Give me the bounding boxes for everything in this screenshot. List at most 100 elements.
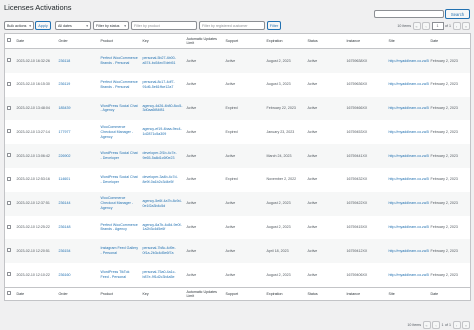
- column-header[interactable]: Automatic Updates Limit: [184, 33, 224, 49]
- product-link[interactable]: Perfect WooCommerce Brands - Personal: [99, 73, 141, 97]
- site-link[interactable]: http://myaddlearn.co.za/5: [387, 73, 429, 97]
- row-checkbox[interactable]: [7, 272, 11, 277]
- current-page-input[interactable]: 1: [431, 22, 444, 30]
- row-checkbox[interactable]: [7, 176, 11, 181]
- site-link[interactable]: http://myaddlearn.co.za/5: [387, 216, 429, 240]
- select-all-checkbox-cell[interactable]: [4, 33, 15, 49]
- order-link[interactable]: 236144: [56, 191, 99, 216]
- column-footer[interactable]: Automatic Updates Limit: [184, 286, 224, 301]
- license-key-link[interactable]: personal-7b8c-4d9e-0f1a-2b3c4d5e6f7a: [140, 239, 185, 264]
- row-checkbox-cell[interactable]: [5, 73, 15, 97]
- row-checkbox-cell[interactable]: [4, 144, 15, 168]
- customer-filter-input[interactable]: Filter by registered customer: [199, 21, 265, 30]
- search-button[interactable]: Search: [445, 9, 470, 19]
- product-link[interactable]: WordPress Social Chat - Developer: [98, 144, 141, 168]
- last-page-button[interactable]: »: [462, 22, 470, 30]
- row-checkbox[interactable]: [7, 58, 11, 62]
- license-key-link[interactable]: agency-4d26-4b80-8cc5-3d0aa6f84f81: [140, 96, 185, 121]
- dates-select[interactable]: All dates ▾: [55, 21, 91, 30]
- column-footer[interactable]: Support: [223, 286, 265, 301]
- column-header[interactable]: Order: [56, 33, 99, 49]
- search-input[interactable]: [374, 10, 444, 18]
- license-key-link[interactable]: agency-5e6f-4a7b-8c9d-0e1f2a3b4c5d: [140, 191, 185, 216]
- first-page-button[interactable]: «: [412, 22, 421, 30]
- filter-button[interactable]: Filter: [267, 21, 281, 30]
- column-header[interactable]: Support: [223, 33, 265, 49]
- column-header[interactable]: Product: [98, 33, 141, 49]
- column-footer[interactable]: Product: [98, 286, 141, 301]
- product-link[interactable]: Perfect WooCommerce Brands - Agency: [99, 216, 141, 240]
- product-link[interactable]: WooCommerce Checkout Manager - Agency: [98, 191, 141, 216]
- column-footer[interactable]: Date: [14, 286, 57, 301]
- order-link[interactable]: 236148: [57, 216, 99, 240]
- row-checkbox-cell[interactable]: [4, 191, 15, 216]
- column-header[interactable]: Key: [140, 33, 185, 49]
- bulk-actions-select[interactable]: Bulk actions ▾: [4, 21, 34, 30]
- order-link[interactable]: 236154: [56, 239, 99, 264]
- select-all-checkbox-cell[interactable]: [4, 286, 15, 301]
- status-select[interactable]: Filter by status ▾: [93, 21, 129, 30]
- column-footer[interactable]: Order: [56, 286, 99, 301]
- column-footer[interactable]: Site: [386, 286, 429, 301]
- license-key-link[interactable]: agency-6a7b-4c8d-9e0f-1a2b3c4d5e6f: [141, 216, 185, 240]
- next-page-button[interactable]: ›: [452, 321, 461, 329]
- row-checkbox[interactable]: [7, 153, 11, 158]
- row-checkbox[interactable]: [7, 248, 11, 253]
- license-key-link[interactable]: agency-ef19-4baa-9ec4-1d2871c5a309: [141, 120, 185, 144]
- order-link[interactable]: 236118: [56, 48, 99, 73]
- apply-button[interactable]: Apply: [35, 21, 51, 30]
- column-footer[interactable]: Expiration: [264, 286, 306, 301]
- order-link[interactable]: 185439: [56, 96, 99, 121]
- row-checkbox[interactable]: [7, 200, 11, 205]
- prev-page-button[interactable]: ‹: [422, 22, 430, 30]
- product-link[interactable]: WordPress TikTok Feed - Personal: [99, 263, 141, 287]
- first-page-button[interactable]: «: [422, 321, 431, 329]
- row-checkbox-cell[interactable]: [5, 120, 15, 144]
- column-header[interactable]: Site: [386, 33, 429, 49]
- row-checkbox-cell[interactable]: [4, 96, 15, 121]
- site-link[interactable]: http://myaddlearn.co.za/5: [386, 96, 429, 121]
- row-checkbox-cell[interactable]: [4, 48, 15, 73]
- order-link[interactable]: 114601: [57, 168, 99, 192]
- order-link[interactable]: 236119: [57, 73, 99, 97]
- column-footer[interactable]: Key: [140, 286, 185, 301]
- last-page-button[interactable]: »: [462, 321, 470, 329]
- product-link[interactable]: WooCommerce Checkout Manager - Agency: [99, 120, 141, 144]
- site-link[interactable]: http://myaddlearn.co.za/5: [387, 168, 429, 192]
- product-link[interactable]: Perfect WooCommerce Brands - Personal: [98, 48, 141, 73]
- site-link[interactable]: http://myaddlearn.co.za/5: [387, 263, 429, 287]
- license-key-link[interactable]: personal-75a0-4a1c-b87e-9f1d2c3b4a5e: [141, 263, 185, 287]
- next-page-button[interactable]: ›: [452, 22, 461, 30]
- site-link[interactable]: http://myaddlearn.co.za/5: [386, 191, 429, 216]
- prev-page-button[interactable]: ‹: [432, 321, 440, 329]
- row-checkbox[interactable]: [7, 224, 11, 229]
- column-footer[interactable]: Date: [428, 286, 471, 301]
- column-header[interactable]: Date: [428, 33, 471, 49]
- column-footer[interactable]: Status: [305, 286, 345, 301]
- site-link[interactable]: http://myaddlearn.co.za/5: [386, 144, 429, 168]
- column-footer[interactable]: Instance: [344, 286, 387, 301]
- license-key-link[interactable]: personal-5b27-4b00-a574-bc54ed7deb51: [140, 48, 185, 73]
- row-checkbox[interactable]: [7, 129, 11, 134]
- row-checkbox-cell[interactable]: [5, 216, 15, 240]
- license-key-link[interactable]: personal-8c17-4df7-91d6-5e61ffce12a7: [141, 73, 185, 97]
- column-header[interactable]: Expiration: [264, 33, 306, 49]
- site-link[interactable]: http://myaddlearn.co.za/5: [386, 48, 429, 73]
- row-checkbox[interactable]: [7, 81, 11, 86]
- row-checkbox-cell[interactable]: [5, 168, 15, 192]
- order-link[interactable]: 236160: [57, 263, 99, 287]
- site-link[interactable]: http://myaddlearn.co.za/5: [387, 120, 429, 144]
- column-header[interactable]: Instance: [344, 33, 387, 49]
- order-link[interactable]: 226902: [56, 144, 99, 168]
- product-link[interactable]: Instagram Feed Gallery - Personal: [98, 239, 141, 264]
- product-link[interactable]: WordPress Social Chat - Developer: [99, 168, 141, 192]
- select-all-checkbox[interactable]: [7, 291, 11, 296]
- column-header[interactable]: Status: [305, 33, 345, 49]
- row-checkbox[interactable]: [7, 105, 11, 110]
- site-link[interactable]: http://myaddlearn.co.za/5: [386, 239, 429, 264]
- column-header[interactable]: Date: [14, 33, 57, 49]
- license-key-link[interactable]: developer-3a4b-4c7d-8e9f-0a1b2c3d4e5f: [141, 168, 185, 192]
- license-key-link[interactable]: developer-2f1b-4c7e-9e65-5a8d1c6f0e23: [140, 144, 185, 168]
- order-link[interactable]: 177977: [57, 120, 99, 144]
- product-link[interactable]: WordPress Social Chat - Agency: [98, 96, 141, 121]
